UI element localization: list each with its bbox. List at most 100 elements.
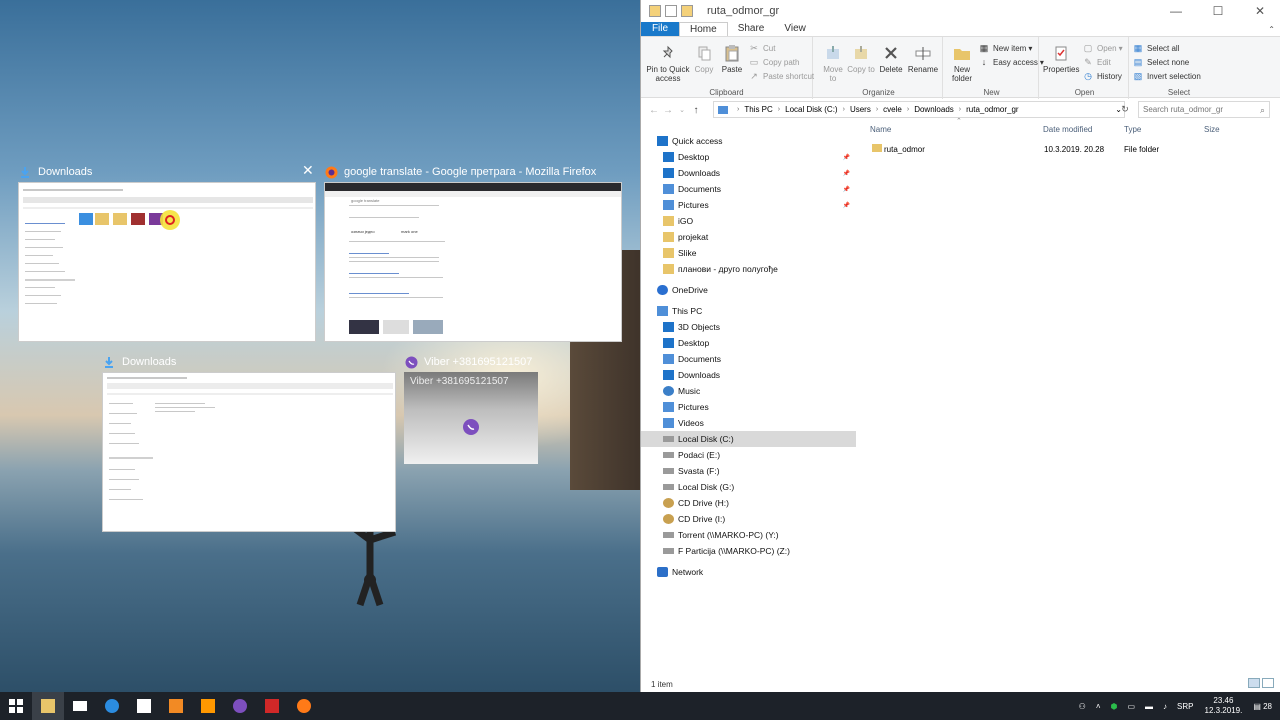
power-icon[interactable]: ▭ [1127, 702, 1135, 711]
task-view-window-downloads-1[interactable]: Downloads ✕ [18, 162, 318, 344]
column-header-name[interactable]: Name [870, 125, 891, 134]
nav-item[interactable]: Local Disk (G:) [641, 479, 856, 495]
forward-arrow-icon[interactable]: → [661, 105, 675, 116]
address-bar[interactable]: › This PC › Local Disk (C:) › Users › cvele… [713, 101, 1125, 118]
taskbar-firefox[interactable] [288, 692, 320, 720]
move-to-button[interactable]: Move to [819, 43, 847, 83]
people-icon[interactable]: ⚇ [1079, 702, 1086, 711]
volume-icon[interactable]: ♪ [1163, 702, 1167, 711]
open-button[interactable]: ▢ Open ▾ [1083, 43, 1123, 53]
show-hidden-icons[interactable]: ˄ [1096, 702, 1101, 711]
start-button[interactable] [0, 692, 32, 720]
new-folder-icon[interactable] [681, 5, 693, 17]
task-view-window-downloads-2[interactable]: Downloads [102, 352, 398, 534]
task-view-window-firefox[interactable]: google translate - Google претрага - Moz… [324, 162, 624, 344]
properties-icon[interactable] [665, 5, 677, 17]
nav-item[interactable]: Desktop 📌 [641, 149, 856, 165]
edit-button[interactable]: ✎ Edit [1083, 57, 1111, 67]
properties-button[interactable]: Properties [1043, 43, 1079, 74]
column-header-type[interactable]: Type [1124, 125, 1141, 134]
nav-item[interactable]: Desktop [641, 335, 856, 351]
nav-item[interactable]: CD Drive (I:) [641, 511, 856, 527]
up-arrow-icon[interactable]: ↑ [689, 105, 703, 116]
nav-item[interactable]: Network [641, 564, 856, 580]
pin-quick-access-button[interactable]: Pin to Quick access [645, 43, 691, 83]
tab-file[interactable]: File [641, 22, 679, 36]
new-folder-button[interactable]: New folder [947, 43, 977, 83]
network-icon[interactable]: ▬ [1145, 702, 1153, 711]
nav-item[interactable]: This PC [641, 303, 856, 319]
tab-view[interactable]: View [774, 22, 816, 36]
nav-item[interactable]: Torrent (\\MARKO-PC) (Y:) [641, 527, 856, 543]
breadcrumb-cvele[interactable]: cvele [883, 105, 902, 114]
nav-item[interactable]: Music [641, 383, 856, 399]
copy-path-button[interactable]: ▭ Copy path [749, 57, 800, 67]
nav-item[interactable]: Podaci (E:) [641, 447, 856, 463]
taskbar-file-explorer[interactable] [32, 692, 64, 720]
breadcrumb-this-pc[interactable]: This PC [744, 105, 772, 114]
delete-button[interactable]: Delete [877, 43, 905, 74]
rename-button[interactable]: Rename [907, 43, 939, 74]
task-view-window-viber[interactable]: Viber +381695121507 Viber +381695121507 [404, 352, 540, 466]
taskbar-viber[interactable] [224, 692, 256, 720]
notifications-icon[interactable]: ▤ 28 [1253, 702, 1272, 711]
invert-selection-button[interactable]: ▧ Invert selection [1133, 71, 1201, 81]
back-arrow-icon[interactable]: ← [647, 105, 661, 116]
breadcrumb-downloads[interactable]: Downloads [914, 105, 954, 114]
tab-share[interactable]: Share [728, 22, 775, 36]
nav-item[interactable]: Videos [641, 415, 856, 431]
copy-to-button[interactable]: Copy to [847, 43, 875, 74]
nav-item[interactable]: projekat [641, 229, 856, 245]
maximize-button[interactable]: ☐ [1197, 0, 1239, 22]
select-all-button[interactable]: ▦ Select all [1133, 43, 1180, 53]
breadcrumb-local-disk[interactable]: Local Disk (C:) [785, 105, 837, 114]
nav-item[interactable]: Pictures 📌 [641, 197, 856, 213]
close-button[interactable]: ✕ [1239, 0, 1280, 22]
nav-item[interactable]: Downloads 📌 [641, 165, 856, 181]
nav-item[interactable]: Documents [641, 351, 856, 367]
paste-shortcut-button[interactable]: ↗ Paste shortcut [749, 71, 814, 81]
collapse-ribbon-icon[interactable]: ⌃ [1268, 25, 1275, 34]
recent-locations-icon[interactable]: ⌄ [675, 106, 689, 114]
close-icon[interactable]: ✕ [302, 162, 314, 179]
cut-button[interactable]: ✂ Cut [749, 43, 775, 53]
easy-access-button[interactable]: ↓ Easy access ▾ [979, 57, 1044, 67]
taskbar-edge[interactable] [96, 692, 128, 720]
copy-button[interactable]: Copy [691, 43, 717, 74]
taskbar-xampp[interactable] [160, 692, 192, 720]
refresh-icon[interactable]: ↻ [1117, 101, 1133, 118]
nav-item[interactable]: Local Disk (C:) [641, 431, 856, 447]
new-item-button[interactable]: ▦ New item ▾ [979, 43, 1033, 53]
select-none-button[interactable]: ▤ Select none [1133, 57, 1190, 67]
search-box[interactable]: ⌕ [1138, 101, 1270, 118]
paste-button[interactable]: Paste [719, 43, 745, 74]
nav-item[interactable]: F Particija (\\MARKO-PC) (Z:) [641, 543, 856, 559]
taskbar-store[interactable] [128, 692, 160, 720]
nav-item[interactable]: планови - друго полугође [641, 261, 856, 277]
nav-item[interactable]: Documents 📌 [641, 181, 856, 197]
security-icon[interactable]: ⬢ [1111, 702, 1118, 711]
nav-item[interactable]: 3D Objects [641, 319, 856, 335]
taskbar-sublime[interactable] [192, 692, 224, 720]
nav-item[interactable]: iGO [641, 213, 856, 229]
history-button[interactable]: ◷ History [1083, 71, 1122, 81]
nav-item[interactable]: Svasta (F:) [641, 463, 856, 479]
nav-item[interactable]: CD Drive (H:) [641, 495, 856, 511]
nav-item[interactable]: Pictures [641, 399, 856, 415]
nav-item[interactable]: Slike [641, 245, 856, 261]
details-view-icon[interactable] [1248, 678, 1260, 688]
nav-item[interactable]: OneDrive [641, 282, 856, 298]
column-header-date[interactable]: Date modified [1043, 125, 1092, 134]
taskbar-mail[interactable] [64, 692, 96, 720]
search-input[interactable] [1143, 105, 1255, 114]
clock[interactable]: 23.46 12.3.2019. [1205, 696, 1243, 716]
large-icons-view-icon[interactable] [1262, 678, 1274, 688]
taskbar-app-red[interactable] [256, 692, 288, 720]
language-indicator[interactable]: SRP [1177, 702, 1193, 711]
file-row[interactable]: ruta_odmor 10.3.2019. 20.28 File folder [868, 142, 1248, 156]
breadcrumb-current[interactable]: ruta_odmor_gr [966, 105, 1018, 114]
column-header-size[interactable]: Size [1204, 125, 1220, 134]
nav-item[interactable]: Quick access [641, 133, 856, 149]
nav-item[interactable]: Downloads [641, 367, 856, 383]
tab-home[interactable]: Home [679, 22, 728, 36]
